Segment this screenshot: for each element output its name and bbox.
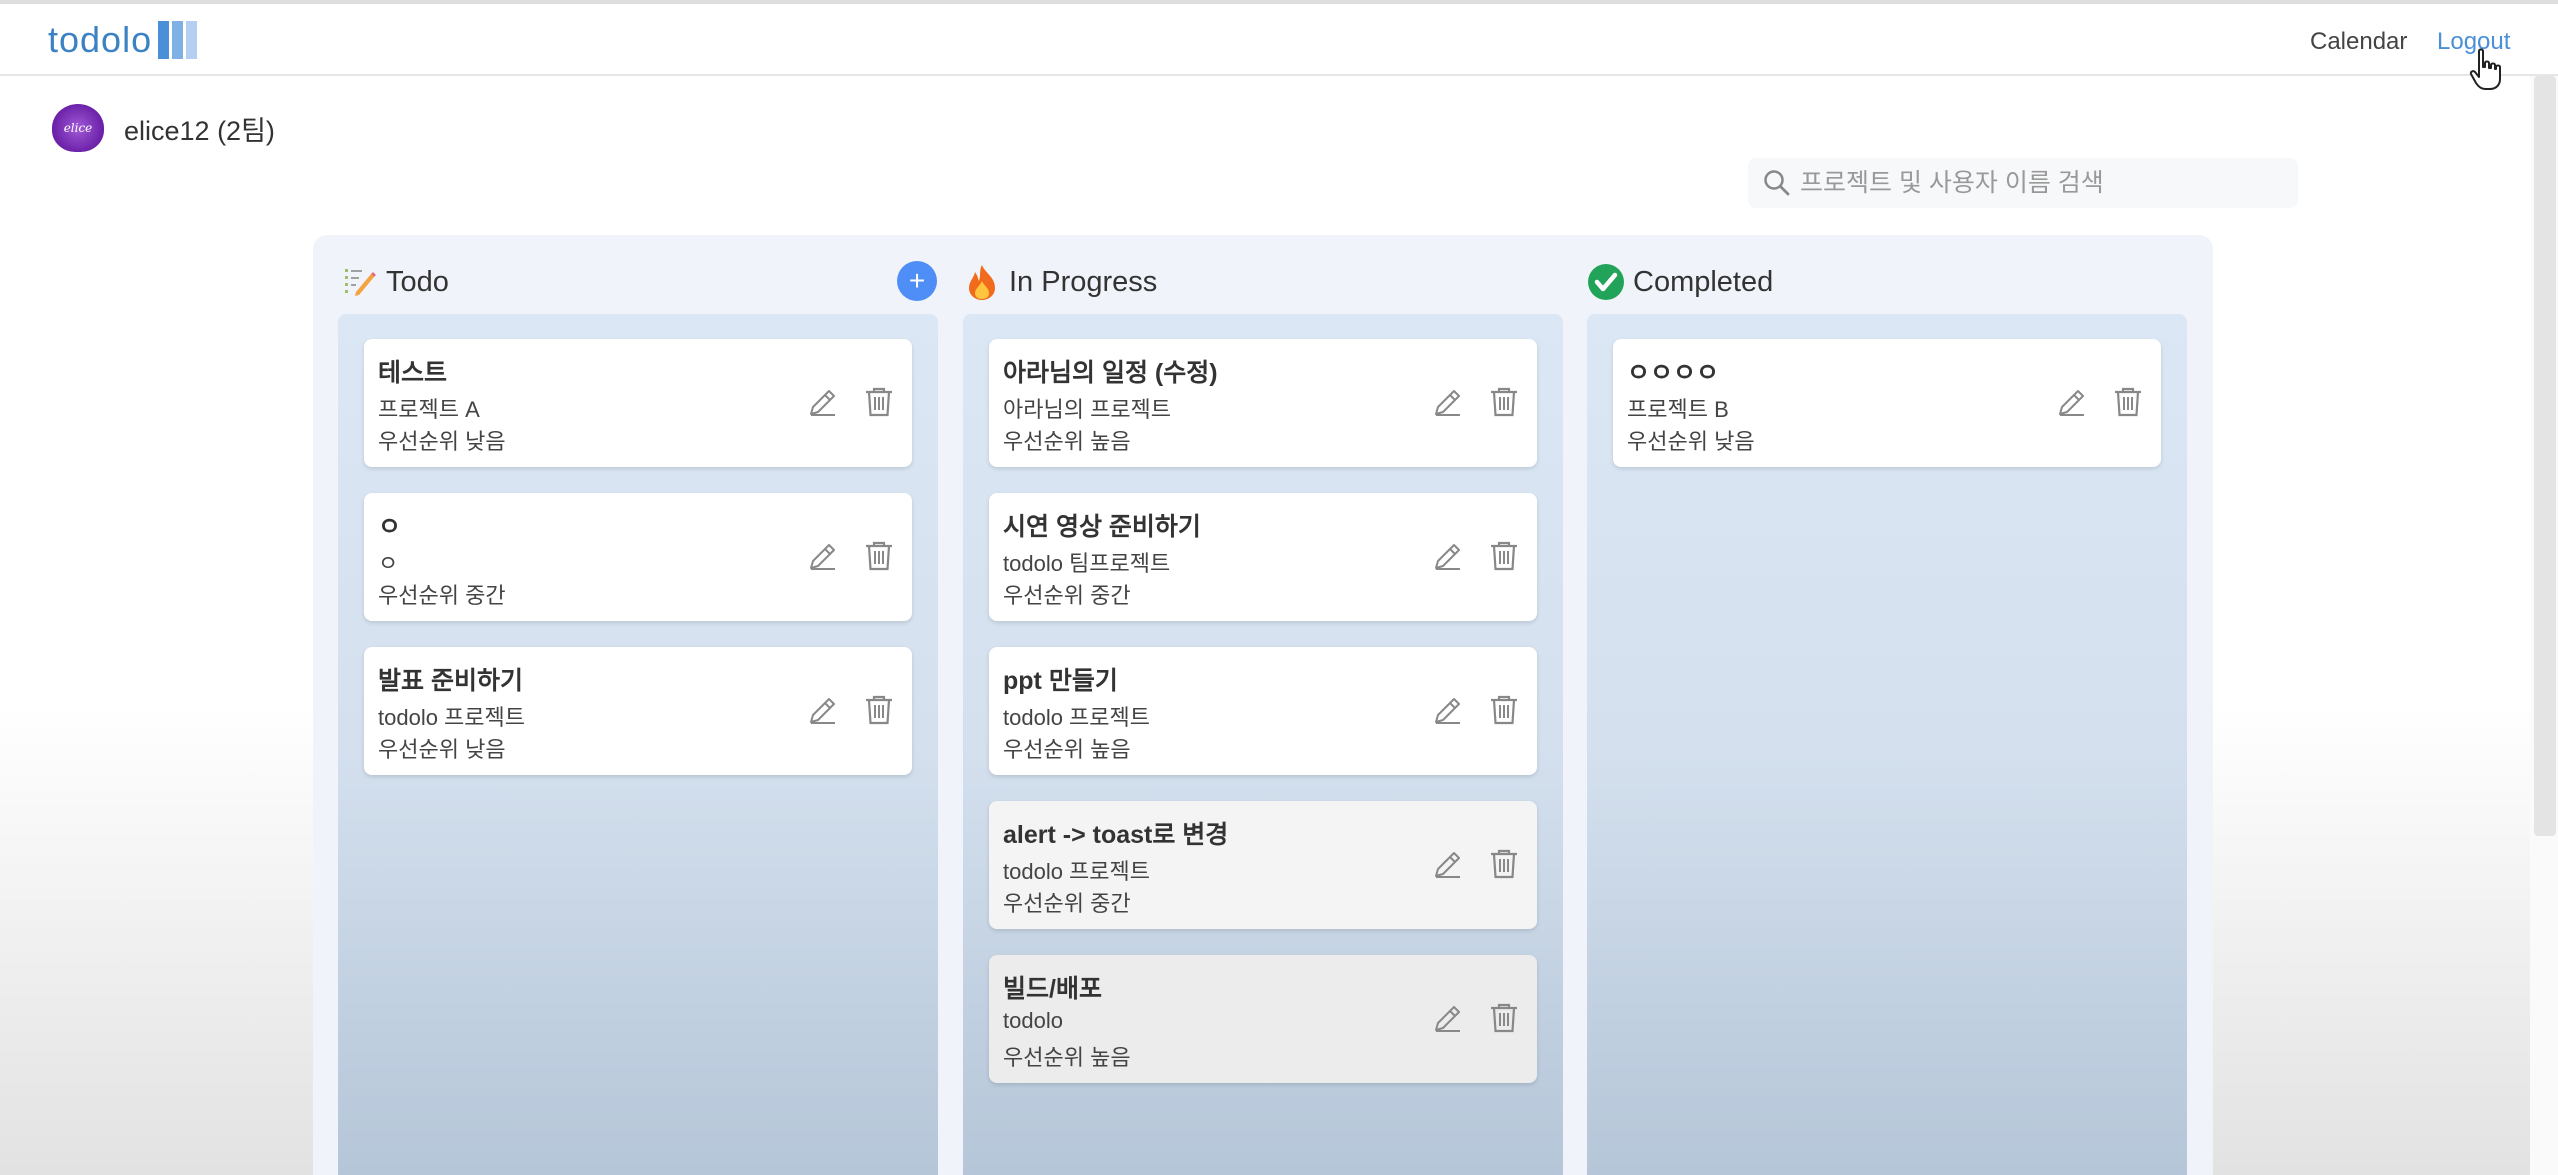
task-card[interactable]: 빌드/배포 todolo 우선순위 높음	[989, 955, 1537, 1083]
fire-icon	[963, 263, 1001, 301]
column-header-todo: Todo	[340, 260, 449, 304]
task-title: 테스트	[378, 359, 448, 387]
edit-icon[interactable]	[807, 694, 839, 726]
trash-icon[interactable]	[1489, 540, 1519, 572]
task-project: 프로젝트 B	[1627, 397, 1729, 422]
task-title: 발표 준비하기	[378, 667, 523, 695]
avatar-text: elice	[63, 121, 93, 135]
task-card[interactable]: ㅇ ㅇ 우선순위 중간	[364, 493, 912, 621]
trash-icon[interactable]	[1489, 386, 1519, 418]
edit-icon[interactable]	[1432, 1002, 1464, 1034]
task-priority: 우선순위 중간	[1003, 891, 1131, 916]
edit-icon[interactable]	[1432, 694, 1464, 726]
completed-lane: ㅇㅇㅇㅇ 프로젝트 B 우선순위 낮음	[1587, 314, 2187, 1175]
search-icon	[1764, 170, 1790, 196]
column-header-completed: Completed	[1587, 260, 1773, 304]
task-card[interactable]: 시연 영상 준비하기 todolo 팀프로젝트 우선순위 중간	[989, 493, 1537, 621]
column-title-todo: Todo	[386, 265, 449, 298]
task-priority: 우선순위 중간	[378, 583, 506, 608]
app-header: todolo Calendar Logout	[0, 4, 2558, 90]
page-scrollbar-thumb[interactable]	[2534, 76, 2556, 836]
edit-icon[interactable]	[807, 540, 839, 572]
memo-icon	[340, 263, 378, 301]
trash-icon[interactable]	[1489, 1002, 1519, 1034]
task-priority: 우선순위 낮음	[378, 737, 506, 762]
edit-icon[interactable]	[1432, 386, 1464, 418]
task-project: 프로젝트 A	[378, 397, 480, 422]
column-title-in-progress: In Progress	[1009, 265, 1158, 298]
task-priority: 우선순위 높음	[1003, 1045, 1131, 1070]
column-header-in-progress: In Progress	[963, 260, 1157, 304]
task-card[interactable]: ㅇㅇㅇㅇ 프로젝트 B 우선순위 낮음	[1613, 339, 2161, 467]
task-title: ㅇ	[378, 513, 402, 541]
task-project: 아라님의 프로젝트	[1003, 397, 1172, 422]
task-project: todolo 프로젝트	[1003, 705, 1151, 730]
avatar: elice	[52, 104, 104, 152]
trash-icon[interactable]	[1489, 694, 1519, 726]
in-progress-lane: 아라님의 일정 (수정) 아라님의 프로젝트 우선순위 높음 시연 영상 준비하…	[963, 314, 1563, 1175]
task-project: todolo 프로젝트	[378, 705, 526, 730]
task-title: ㅇㅇㅇㅇ	[1627, 359, 1720, 387]
task-priority: 우선순위 낮음	[378, 429, 506, 454]
edit-icon[interactable]	[807, 386, 839, 418]
edit-icon[interactable]	[1432, 848, 1464, 880]
trash-icon[interactable]	[864, 540, 894, 572]
logo-bars-icon	[158, 21, 200, 59]
task-project: todolo	[1003, 1008, 1063, 1033]
edit-icon[interactable]	[2056, 386, 2088, 418]
task-card[interactable]: ppt 만들기 todolo 프로젝트 우선순위 높음	[989, 647, 1537, 775]
check-circle-icon	[1587, 263, 1625, 301]
search-box[interactable]	[1748, 158, 2298, 208]
trash-icon[interactable]	[2113, 386, 2143, 418]
todo-lane: 테스트 프로젝트 A 우선순위 낮음 ㅇ ㅇ 우선순위 중간 발표 준비하기 t…	[338, 314, 938, 1175]
user-info: elice elice12 (2팀)	[52, 104, 275, 152]
task-card[interactable]: 발표 준비하기 todolo 프로젝트 우선순위 낮음	[364, 647, 912, 775]
task-card[interactable]: 아라님의 일정 (수정) 아라님의 프로젝트 우선순위 높음	[989, 339, 1537, 467]
user-name: elice12 (2팀)	[124, 115, 275, 146]
task-card[interactable]: alert -> toast로 변경 todolo 프로젝트 우선순위 중간	[989, 801, 1537, 929]
task-project: todolo 프로젝트	[1003, 859, 1151, 884]
task-title: 아라님의 일정 (수정)	[1003, 359, 1218, 387]
search-input[interactable]	[1800, 168, 2280, 198]
task-title: ppt 만들기	[1003, 667, 1118, 695]
task-project: todolo 팀프로젝트	[1003, 551, 1171, 576]
logo-text: todolo	[48, 19, 153, 60]
add-todo-button[interactable]: +	[897, 261, 937, 301]
task-priority: 우선순위 높음	[1003, 737, 1131, 762]
task-project: ㅇ	[378, 551, 399, 576]
column-title-completed: Completed	[1633, 265, 1774, 298]
edit-icon[interactable]	[1432, 540, 1464, 572]
trash-icon[interactable]	[1489, 848, 1519, 880]
task-priority: 우선순위 낮음	[1627, 429, 1755, 454]
task-priority: 우선순위 높음	[1003, 429, 1131, 454]
task-title: 시연 영상 준비하기	[1003, 513, 1201, 541]
task-title: alert -> toast로 변경	[1003, 821, 1229, 849]
task-card[interactable]: 테스트 프로젝트 A 우선순위 낮음	[364, 339, 912, 467]
logo[interactable]: todolo	[48, 16, 200, 64]
trash-icon[interactable]	[864, 694, 894, 726]
trash-icon[interactable]	[864, 386, 894, 418]
nav-calendar-link[interactable]: Calendar	[2310, 28, 2407, 56]
hand-cursor-icon	[2469, 48, 2501, 90]
task-priority: 우선순위 중간	[1003, 583, 1131, 608]
task-title: 빌드/배포	[1003, 975, 1102, 1003]
